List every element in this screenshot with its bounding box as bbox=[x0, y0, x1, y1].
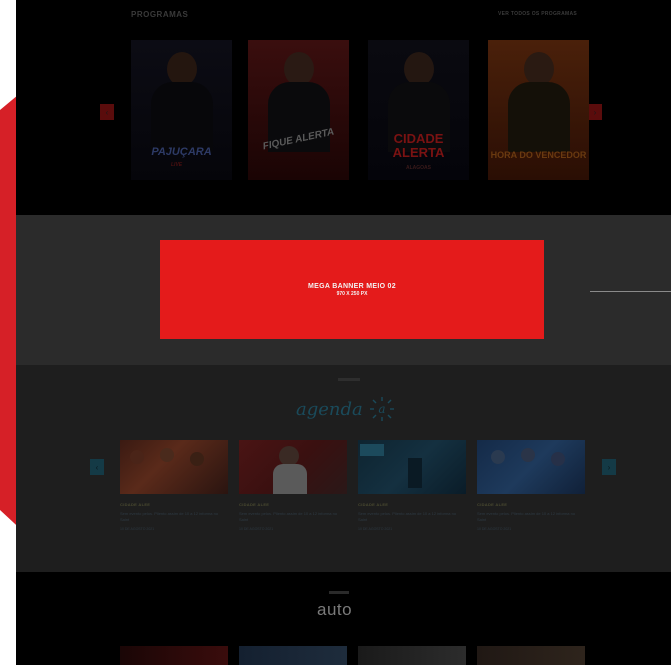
agenda-card[interactable]: CIDADE ALEE Sem evento pelos. Pliento as… bbox=[358, 440, 466, 531]
agenda-photo bbox=[477, 440, 585, 494]
agenda-photo bbox=[239, 440, 347, 494]
show-card-fique-alerta[interactable]: FIQUE ALERTA bbox=[248, 40, 349, 180]
mega-banner-ad[interactable]: MEGA BANNER MEIO 02 970 X 250 PX bbox=[160, 240, 544, 339]
chevron-right-icon: › bbox=[607, 462, 611, 472]
auto-card[interactable] bbox=[477, 646, 585, 665]
agenda-photo bbox=[120, 440, 228, 494]
chevron-left-icon: ‹ bbox=[105, 107, 109, 117]
agenda-card[interactable]: CIDADE ALEE Sem evento pelos. Pliento as… bbox=[239, 440, 347, 531]
agenda-card[interactable]: CIDADE ALEE Sem evento pelos. Pliento as… bbox=[120, 440, 228, 531]
banner-title: MEGA BANNER MEIO 02 bbox=[308, 282, 396, 290]
show-card-cidade-alerta[interactable]: CIDADE ALERTA ALAGOAS bbox=[368, 40, 469, 180]
presenter-photo bbox=[167, 52, 197, 86]
agenda-category: CIDADE ALEE bbox=[358, 502, 389, 507]
show-card-hora-do-vencedor[interactable]: HORA DO VENCEDOR bbox=[488, 40, 589, 180]
agenda-logo: agenda a bbox=[296, 395, 406, 423]
chevron-right-icon: › bbox=[593, 107, 597, 117]
agenda-section: agenda a ‹ › CIDADE ALEE Sem evento pelo… bbox=[16, 365, 671, 572]
agenda-sun-icon: a bbox=[369, 397, 394, 421]
agenda-category: CIDADE ALEE bbox=[120, 502, 151, 507]
agenda-text: Sem evento pelos. Pliento assim de 10 a … bbox=[239, 511, 338, 522]
agenda-date: 10 DE AGOSTO 2021 bbox=[239, 527, 274, 531]
presenter-photo bbox=[284, 52, 314, 86]
agenda-photo bbox=[358, 440, 466, 494]
page-frame: PROGRAMAS VER TODOS OS PROGRAMAS ‹ › PAJ… bbox=[16, 0, 671, 665]
agenda-text: Sem evento pelos. Pliento assim de 10 a … bbox=[358, 511, 457, 522]
agenda-date: 10 DE AGOSTO 2021 bbox=[120, 527, 155, 531]
presenter-photo bbox=[404, 52, 434, 86]
section-kicker bbox=[329, 591, 349, 594]
presenter-photo bbox=[524, 52, 554, 86]
banner-size: 970 X 250 PX bbox=[336, 290, 368, 297]
agenda-category: CIDADE ALEE bbox=[239, 502, 270, 507]
show-logo: HORA DO VENCEDOR bbox=[490, 150, 587, 160]
programas-prev-button[interactable]: ‹ bbox=[100, 104, 114, 120]
agenda-text: Sem evento pelos. Pliento assim de 10 a … bbox=[477, 511, 576, 522]
agenda-text: Sem evento pelos. Pliento assim de 10 a … bbox=[120, 511, 219, 522]
section-kicker bbox=[338, 378, 360, 381]
auto-card[interactable] bbox=[120, 646, 228, 665]
agenda-prev-button[interactable]: ‹ bbox=[90, 459, 104, 475]
agenda-card[interactable]: CIDADE ALEE Sem evento pelos. Pliento as… bbox=[477, 440, 585, 531]
agenda-category: CIDADE ALEE bbox=[477, 502, 508, 507]
show-logo: PAJUÇARA bbox=[151, 146, 212, 158]
svg-text:a: a bbox=[378, 402, 385, 416]
agenda-next-button[interactable]: › bbox=[602, 459, 616, 475]
auto-logo: auto bbox=[317, 600, 353, 619]
programas-section: PROGRAMAS VER TODOS OS PROGRAMAS ‹ › PAJ… bbox=[16, 0, 671, 215]
chevron-left-icon: ‹ bbox=[95, 462, 99, 472]
agenda-date: 10 DE AGOSTO 2021 bbox=[477, 527, 512, 531]
show-logo: CIDADE ALERTA bbox=[392, 131, 445, 160]
ver-todos-link[interactable]: VER TODOS OS PROGRAMAS bbox=[498, 11, 577, 17]
agenda-date: 10 DE AGOSTO 2021 bbox=[358, 527, 393, 531]
programas-next-button[interactable]: › bbox=[588, 104, 602, 120]
auto-section: auto bbox=[16, 572, 671, 665]
banner-section: MEGA BANNER MEIO 02 970 X 250 PX bbox=[16, 215, 671, 365]
programas-title: PROGRAMAS bbox=[131, 10, 189, 19]
show-card-pajucara[interactable]: PAJUÇARA LIVE bbox=[131, 40, 232, 180]
auto-card[interactable] bbox=[358, 646, 466, 665]
divider-line bbox=[590, 291, 671, 292]
auto-card[interactable] bbox=[239, 646, 347, 665]
